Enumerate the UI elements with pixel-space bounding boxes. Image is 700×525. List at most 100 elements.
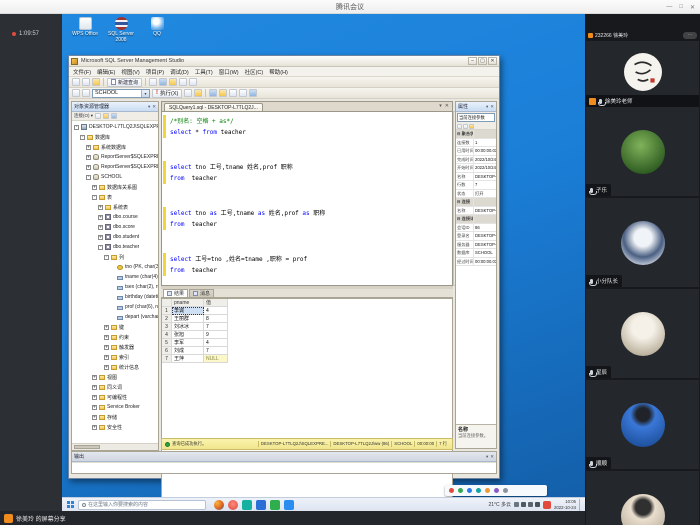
disconnect-query-icon[interactable]	[82, 89, 90, 97]
menu-item[interactable]: 工具(T)	[195, 68, 213, 76]
undo-icon[interactable]	[189, 78, 197, 86]
expander-icon[interactable]: -	[92, 195, 97, 200]
tree-item[interactable]: + ReportServer$SQLEXPRESS	[72, 152, 158, 162]
more-icon[interactable]	[503, 488, 508, 493]
indent-icon[interactable]	[249, 89, 257, 97]
tree-item[interactable]: + 存储	[72, 412, 158, 422]
categorized-icon[interactable]	[457, 124, 462, 129]
execute-button[interactable]: ! 执行(X)	[152, 89, 182, 98]
weather-widget[interactable]: 21°C 多云	[488, 501, 511, 508]
antivirus-tray-icon[interactable]	[543, 501, 551, 509]
tree-item[interactable]: birthday (datetime, null)	[72, 292, 158, 302]
property-row[interactable]: 登录名 DESKTOP-L7TLQ2J\ww	[456, 232, 496, 241]
table-row[interactable]: 5 李军 4	[162, 339, 452, 347]
refresh-icon[interactable]	[95, 113, 101, 119]
activity-monitor-icon[interactable]	[179, 78, 187, 86]
tree-item[interactable]: + 系统表	[72, 202, 158, 212]
expander-icon[interactable]: +	[92, 415, 97, 420]
pen-icon[interactable]	[521, 502, 526, 507]
close-button[interactable]: ✕	[690, 4, 695, 11]
close-tab-icon[interactable]: ✕	[445, 103, 449, 109]
tree-item[interactable]: - DESKTOP-L7TLQ2J\SQLEXPRESS (SQL Server…	[72, 122, 158, 132]
expander-icon[interactable]: +	[104, 355, 109, 360]
expander-icon[interactable]: +	[104, 345, 109, 350]
property-row[interactable]: 完成时间 2022/10/24 10:05	[456, 156, 496, 165]
table-row[interactable]: 6 刘成 7	[162, 347, 452, 355]
property-row[interactable]: 开始时间 2022/10/24 10:05	[456, 164, 496, 173]
alphabetical-icon[interactable]	[463, 124, 468, 129]
data-cell[interactable]: 4	[204, 307, 228, 315]
menu-item[interactable]: 帮助(H)	[269, 68, 288, 76]
property-row[interactable]: 名称 DESKTOP-L7TLQ2J\SQL...	[456, 173, 496, 182]
record-icon[interactable]	[449, 488, 454, 493]
table-row[interactable]: 1 李诚 4	[162, 307, 452, 315]
tree-item[interactable]: + dbo.score	[72, 222, 158, 232]
start-button[interactable]	[67, 501, 70, 504]
row-number-cell[interactable]: 1	[162, 307, 172, 315]
tree-item[interactable]: + 触发器	[72, 342, 158, 352]
expander-icon[interactable]: +	[86, 165, 91, 170]
expander-icon[interactable]: -	[98, 245, 103, 250]
close-icon[interactable]: ✕	[152, 104, 156, 110]
show-desktop-button[interactable]	[579, 499, 582, 511]
data-cell[interactable]: 7	[204, 323, 228, 331]
tree-item[interactable]: + ReportServer$SQLEXPRESSTempDB	[72, 162, 158, 172]
data-cell[interactable]: 9	[204, 331, 228, 339]
maximize-button[interactable]: ▢	[478, 57, 487, 65]
tab-list-dropdown-icon[interactable]: ▾	[439, 103, 442, 109]
expander-icon[interactable]: +	[104, 335, 109, 340]
comment-icon[interactable]	[239, 89, 247, 97]
data-cell[interactable]: 王萍	[172, 355, 204, 363]
table-row[interactable]: 4 张旭 9	[162, 331, 452, 339]
tree-item[interactable]: - 数据库	[72, 132, 158, 142]
save-all-icon[interactable]	[159, 78, 167, 86]
maximize-button[interactable]: □	[679, 4, 683, 10]
expander-icon[interactable]: -	[80, 135, 85, 140]
row-number-cell[interactable]: 5	[162, 339, 172, 347]
connect-query-icon[interactable]	[72, 89, 80, 97]
row-number-cell[interactable]: 6	[162, 347, 172, 355]
column-header[interactable]: 值	[204, 299, 228, 307]
tree-item[interactable]: - dbo.teacher	[72, 242, 158, 252]
expander-icon[interactable]: -	[74, 125, 79, 130]
expander-icon[interactable]: +	[98, 235, 103, 240]
open-file-icon[interactable]	[82, 78, 90, 86]
cancel-query-icon[interactable]	[194, 89, 202, 97]
mic-icon[interactable]	[458, 488, 463, 493]
expander-icon[interactable]: -	[104, 255, 109, 260]
meeting-icon[interactable]	[284, 500, 294, 510]
expander-icon[interactable]: +	[92, 425, 97, 430]
menu-item[interactable]: 视图(V)	[121, 68, 139, 76]
store-icon[interactable]	[270, 500, 280, 510]
scrollbar-thumb[interactable]	[74, 445, 100, 449]
tree-item[interactable]: tno (PK, char(3), not null)	[72, 262, 158, 272]
data-cell[interactable]: 李军	[172, 339, 204, 347]
data-cell[interactable]: 4	[204, 339, 228, 347]
ssms-titlebar[interactable]: Microsoft SQL Server Management Studio ‒…	[69, 56, 499, 67]
participant-tile[interactable]: 小分队长	[586, 198, 699, 287]
property-row[interactable]: 服务器 DESKTOP-L7TLQ2J\SQL...	[456, 241, 496, 250]
property-row[interactable]: 数据库 SCHOOL	[456, 249, 496, 258]
chevron-down-icon[interactable]: ▾	[141, 90, 149, 97]
security-icon[interactable]	[228, 500, 238, 510]
desktop-icon-wps[interactable]: WPS Office	[70, 17, 100, 43]
expander-icon[interactable]: +	[86, 155, 91, 160]
menu-item[interactable]: 调试(D)	[170, 68, 189, 76]
tab-results[interactable]: 结果	[163, 289, 188, 297]
property-row[interactable]: 会话ID 86	[456, 224, 496, 233]
speaker-tile[interactable]: 232266 徐美玲 ⋯ 徐美玲老师	[586, 30, 699, 107]
expander-icon[interactable]: -	[86, 175, 91, 180]
data-cell[interactable]: 张旭	[172, 331, 204, 339]
network-icon[interactable]	[528, 502, 533, 507]
tree-item[interactable]: tname (char(4), not null)	[72, 272, 158, 282]
data-cell[interactable]: 刘成	[172, 347, 204, 355]
chevron-up-icon[interactable]	[514, 502, 519, 507]
property-pages-icon[interactable]	[469, 124, 474, 129]
tree-item[interactable]: + dbo.student	[72, 232, 158, 242]
camera-icon[interactable]	[467, 488, 472, 493]
connect-button[interactable]: 连接(O) ▾	[74, 113, 93, 119]
expander-icon[interactable]: +	[92, 405, 97, 410]
taskbar-clock[interactable]: 10:05 2022-10-24	[554, 499, 576, 510]
tree-item[interactable]: + 统计信息	[72, 362, 158, 372]
volume-icon[interactable]	[535, 502, 540, 507]
